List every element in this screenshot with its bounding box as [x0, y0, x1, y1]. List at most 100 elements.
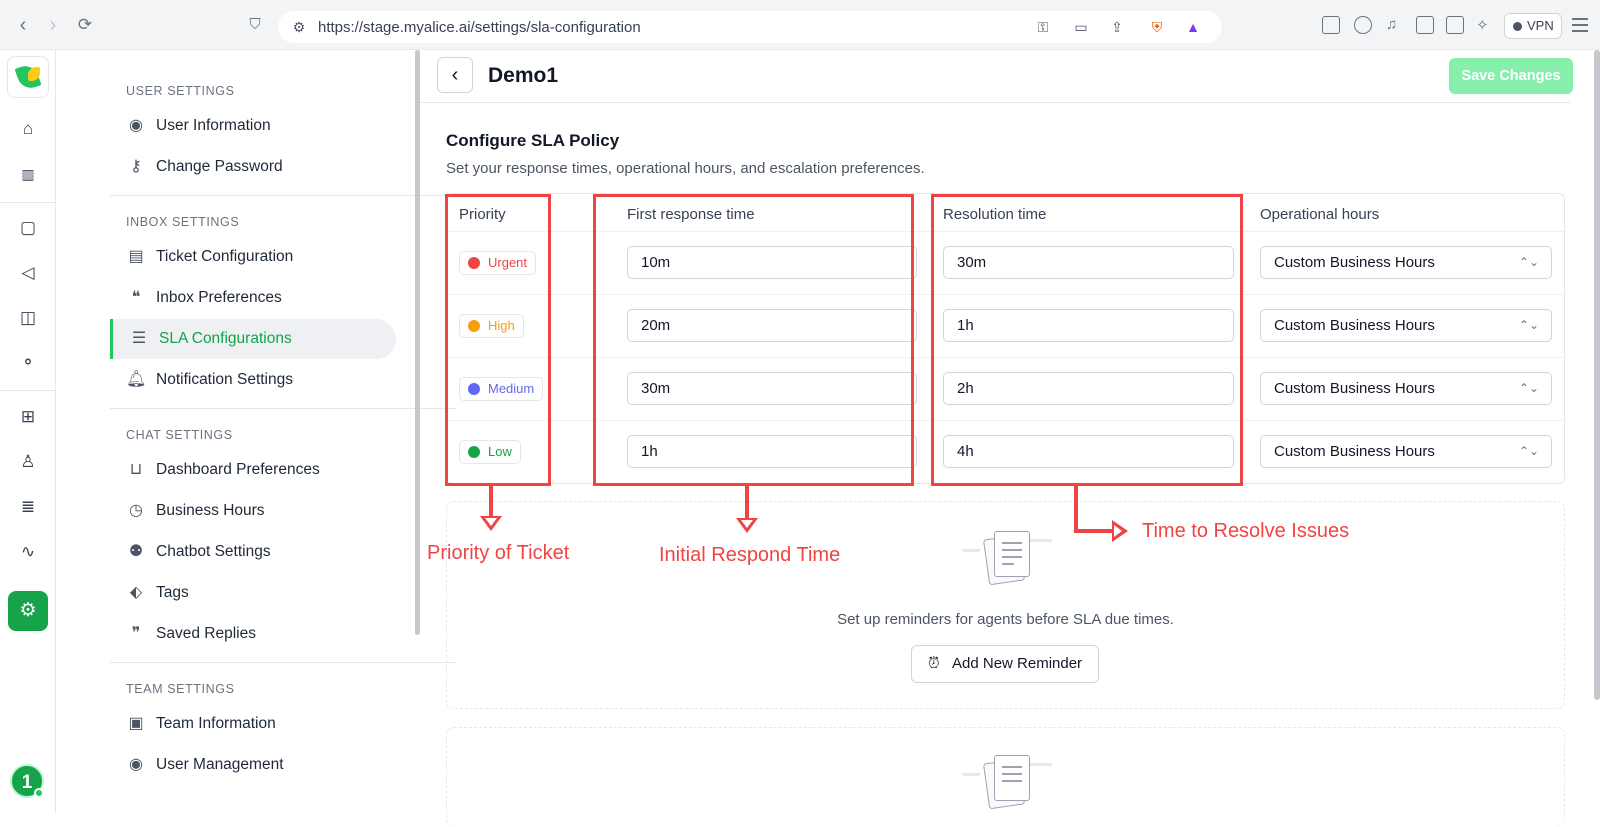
page-title: Demo1 — [488, 64, 559, 87]
annotation-priority-label: Priority of Ticket — [427, 542, 570, 564]
settings-sidebar: USER SETTINGS ◉ User Information ⚷ Chang… — [56, 50, 456, 813]
sidebar-item-label: Team Information — [156, 715, 276, 732]
bookmark-icon[interactable]: ⛉ — [244, 14, 266, 36]
annotation-arrow-resolution — [1074, 486, 1078, 532]
annotation-first-response-label: Initial Respond Time — [659, 544, 841, 566]
vpn-button[interactable]: VPN — [1504, 13, 1562, 39]
user-circle-icon: ◉ — [129, 117, 143, 134]
sidebar-item-label: Business Hours — [156, 502, 265, 519]
table-icon: ☰ — [131, 330, 147, 347]
analytics-icon[interactable]: ▥ — [17, 163, 39, 185]
sidebar-item-label: User Information — [156, 117, 271, 134]
broadcast-icon[interactable]: ◁ — [17, 262, 39, 284]
address-bar[interactable]: ⚙ https://stage.myalice.ai/settings/sla-… — [278, 11, 1222, 43]
sidebar-item-change-password[interactable]: ⚷ Change Password — [110, 147, 396, 187]
customers-icon[interactable]: ♙ — [17, 451, 39, 473]
operational-hours-select[interactable]: Custom Business Hours ⌃⌄ — [1260, 372, 1552, 405]
chat-bubbles-icon: ❝ — [131, 289, 141, 306]
sidebar-item-inbox-preferences[interactable]: ❝ Inbox Preferences — [110, 278, 396, 318]
sidebar-item-saved-replies[interactable]: ❞ Saved Replies — [110, 614, 396, 654]
alarm-clock-icon: ⏰︎ — [928, 655, 940, 672]
document-illustration-icon — [962, 527, 1052, 591]
sidebar-item-notification-settings[interactable]: 🔔︎ Notification Settings — [110, 360, 396, 400]
section-inbox-settings: INBOX SETTINGS — [126, 215, 240, 229]
ai-sparkle-icon[interactable]: ✧ — [1476, 16, 1494, 34]
integrations-grid-icon[interactable]: ⊞ — [17, 406, 39, 428]
sla-policy-title: Configure SLA Policy — [446, 131, 620, 150]
sidebar-item-label: Change Password — [156, 158, 283, 175]
sidebar-item-label: SLA Configurations — [159, 330, 292, 347]
section-user-settings: USER SETTINGS — [126, 84, 235, 98]
team-box-icon: ▣ — [128, 715, 144, 732]
chevron-updown-icon: ⌃⌄ — [1518, 444, 1539, 458]
user-circle-icon: ◉ — [129, 756, 143, 773]
browser-menu-icon[interactable] — [1572, 18, 1588, 32]
add-new-reminder-button[interactable]: ⏰︎ Add New Reminder — [911, 645, 1099, 683]
forward-nav-icon[interactable]: › — [42, 14, 64, 36]
cast-icon[interactable]: ▭ — [1072, 18, 1090, 36]
settings-gear-icon[interactable]: ⚙ — [8, 591, 48, 631]
back-nav-icon[interactable]: ‹ — [12, 14, 34, 36]
workflow-icon[interactable]: ⚬ — [17, 352, 39, 374]
annotation-box-priority — [445, 194, 551, 486]
operational-hours-select[interactable]: Custom Business Hours ⌃⌄ — [1260, 309, 1552, 342]
app-logo[interactable] — [7, 56, 49, 98]
section-team-settings: TEAM SETTINGS — [126, 682, 235, 696]
tag-icon: ⬖ — [129, 584, 143, 601]
sidebar-item-label: Notification Settings — [156, 371, 293, 388]
operational-hours-select[interactable]: Custom Business Hours ⌃⌄ — [1260, 435, 1552, 468]
sidebar-item-user-information[interactable]: ◉ User Information — [110, 106, 396, 146]
sidebar-item-label: Tags — [156, 584, 189, 601]
routing-icon[interactable]: ∿ — [17, 541, 39, 563]
sla-policy-subtitle: Set your response times, operational hou… — [446, 160, 925, 177]
ticket-icon: ▤ — [128, 248, 144, 265]
reload-icon[interactable]: ⟳ — [74, 14, 96, 36]
wallet-icon[interactable] — [1446, 16, 1464, 34]
sidebar-item-ticket-configuration[interactable]: ▤ Ticket Configuration — [110, 237, 396, 277]
save-changes-button[interactable]: Save Changes — [1449, 58, 1573, 94]
extensions-icon[interactable] — [1354, 16, 1372, 34]
main-scrollbar[interactable] — [1594, 50, 1600, 700]
brave-shield-icon[interactable]: ⛨ — [1148, 18, 1166, 36]
page-header: ‹ Demo1 Save Changes — [420, 50, 1573, 103]
operational-hours-select[interactable]: Custom Business Hours ⌃⌄ — [1260, 246, 1552, 279]
sidebar-item-chatbot-settings[interactable]: ⚉ Chatbot Settings — [110, 532, 396, 572]
chevron-updown-icon: ⌃⌄ — [1518, 255, 1539, 269]
sidebar-toggle-icon[interactable] — [1416, 16, 1434, 34]
saved-replies-icon: ❞ — [131, 625, 141, 642]
music-icon[interactable]: ♫ — [1386, 16, 1404, 34]
sidebar-item-dashboard-preferences[interactable]: ⊔ Dashboard Preferences — [110, 450, 396, 490]
add-reminder-label: Add New Reminder — [952, 655, 1083, 672]
section-chat-settings: CHAT SETTINGS — [126, 428, 233, 442]
share-icon[interactable]: ⇪ — [1108, 18, 1126, 36]
annotation-resolution-label: Time to Resolve Issues — [1142, 520, 1350, 542]
sidebar-item-label: Inbox Preferences — [156, 289, 282, 306]
reader-icon[interactable] — [1322, 16, 1340, 34]
sidebar-item-label: Ticket Configuration — [156, 248, 294, 265]
annotation-arrow-priority — [489, 486, 493, 516]
inbox-chat-icon[interactable]: ▢ — [17, 217, 39, 239]
site-settings-icon[interactable]: ⚙ — [290, 18, 308, 36]
bot-icon[interactable]: ◫ — [17, 307, 39, 329]
reminder-empty-text: Set up reminders for agents before SLA d… — [837, 611, 1174, 628]
database-icon[interactable]: ≣ — [17, 496, 39, 518]
annotation-box-resolution — [931, 194, 1243, 486]
brave-rewards-icon[interactable]: ▲ — [1184, 18, 1202, 36]
sidebar-item-business-hours[interactable]: ◷ Business Hours — [110, 491, 396, 531]
avatar-initial: 1 — [21, 772, 33, 793]
annotation-arrow-first-response — [745, 486, 749, 518]
app-rail: ⌂ ▥ ▢ ◁ ◫ ⚬ ⊞ ♙ ≣ ∿ ⚙ 1 — [0, 50, 56, 813]
sidebar-item-team-information[interactable]: ▣ Team Information — [110, 704, 396, 744]
sidebar-item-label: User Management — [156, 756, 284, 773]
sidebar-item-user-management[interactable]: ◉ User Management — [110, 745, 396, 785]
sidebar-item-label: Dashboard Preferences — [156, 461, 320, 478]
avatar[interactable]: 1 — [10, 764, 44, 798]
online-status-dot — [34, 788, 44, 798]
document-illustration-icon — [962, 751, 1052, 815]
sidebar-item-sla-configurations[interactable]: ☰ SLA Configurations — [110, 319, 396, 359]
home-icon[interactable]: ⌂ — [17, 118, 39, 140]
back-button[interactable]: ‹ — [437, 57, 473, 93]
sidebar-item-tags[interactable]: ⬖ Tags — [110, 573, 396, 613]
key-icon[interactable]: ⚿ — [1034, 18, 1052, 36]
bell-icon: 🔔︎ — [126, 371, 147, 388]
